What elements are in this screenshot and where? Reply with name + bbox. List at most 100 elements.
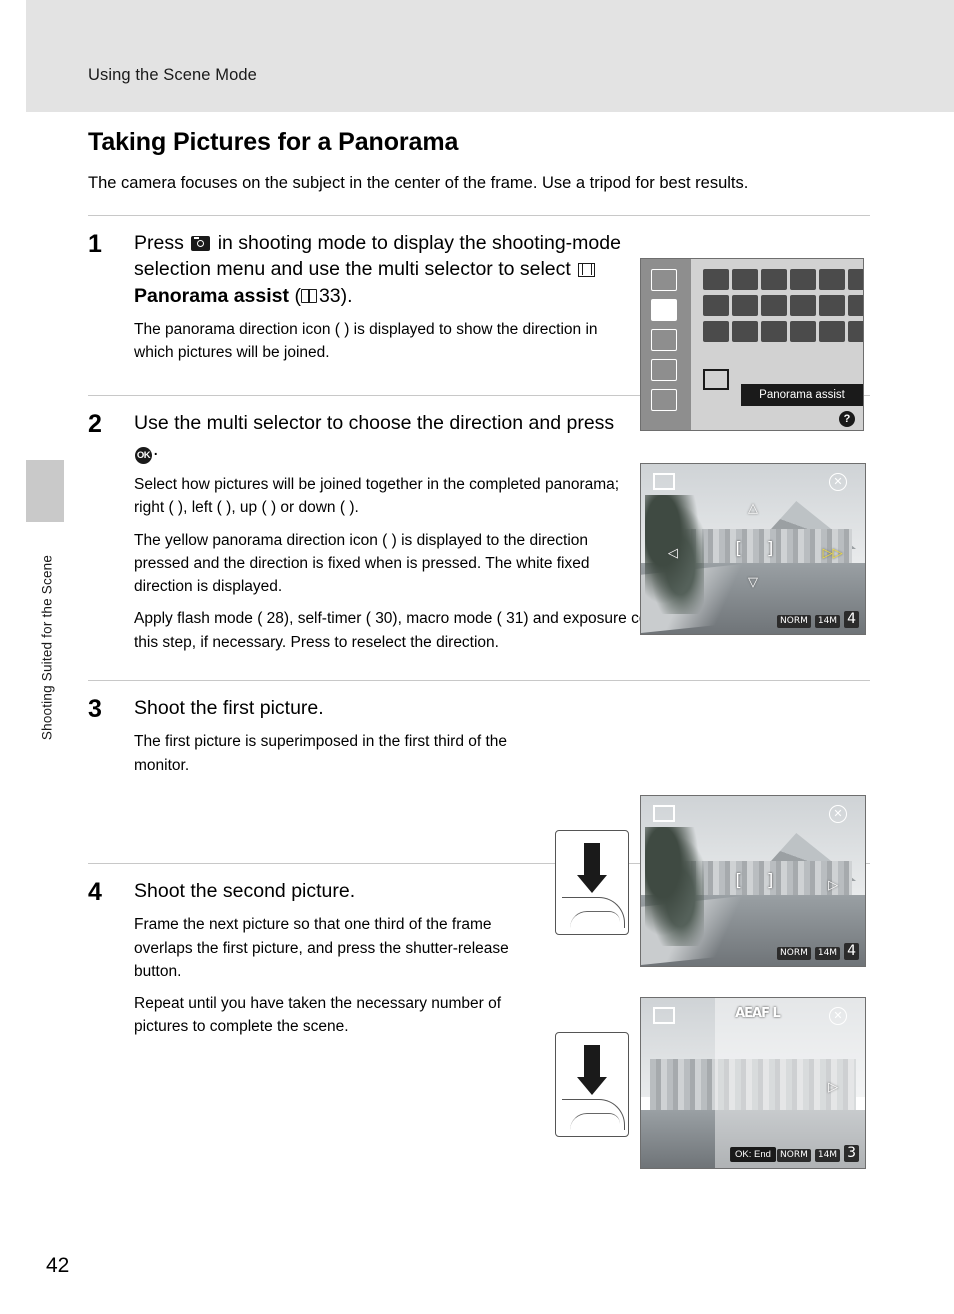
flash-off-icon: ✕ [829, 473, 847, 491]
image-size-chip: 14M [814, 1148, 841, 1162]
scene-icon[interactable] [790, 269, 816, 290]
scene-icon[interactable] [790, 321, 816, 342]
step-4-note-1: Frame the next picture so that one third… [134, 916, 509, 980]
press-arrow-head [577, 1077, 607, 1095]
lcd-panorama-icon [653, 473, 675, 490]
image-size-chip: 14M [814, 614, 841, 628]
mode-menu-sidebar [641, 259, 691, 430]
scene-icon[interactable] [819, 269, 845, 290]
mode-icon-subject-tracking [651, 359, 677, 381]
lcd-panorama-icon [653, 805, 675, 822]
ok-button-icon: OK [135, 447, 152, 465]
direction-arrow-down: ▽ [748, 574, 758, 590]
focus-brackets: [ ] [733, 871, 782, 891]
step-1-number: 1 [88, 229, 102, 258]
scene-icon[interactable] [819, 295, 845, 316]
panorama-assist-menu-icon[interactable] [703, 369, 729, 390]
quality-chip: NORM [777, 946, 811, 960]
scene-icon[interactable] [703, 321, 729, 342]
step-1-note: The panorama direction icon ( ) is displ… [134, 321, 598, 362]
quality-chip: NORM [777, 614, 811, 628]
divider [88, 214, 870, 216]
scene-icon[interactable] [761, 295, 787, 316]
direction-arrow-fixed-right: ▷ [828, 1079, 839, 1095]
step-1-head-c: Panorama assist [134, 284, 290, 307]
scene-icon[interactable] [848, 295, 863, 316]
scene-icon[interactable] [703, 269, 729, 290]
direction-arrow-left: ◁ [667, 545, 678, 561]
camera-mode-icon [191, 235, 211, 251]
direction-arrow-fixed-right: ▷ [828, 877, 839, 893]
direction-arrow-right-selected: ▷▷ [822, 545, 843, 561]
ae-af-lock-label: AEAF L [735, 1006, 781, 1021]
page-reference-icon [300, 288, 317, 303]
mode-menu-caption: Panorama assist [741, 384, 863, 406]
step-3: 3 Shoot the first picture. The first pic… [88, 695, 878, 777]
lcd-status-row: NORM 14M 3 [777, 1144, 859, 1162]
step-1-head-a: Press [134, 231, 184, 254]
scene-icon[interactable] [848, 321, 863, 342]
mode-icon-smart-portrait [651, 329, 677, 351]
flash-off-icon: ✕ [829, 805, 847, 823]
step-2-number: 2 [88, 409, 102, 438]
step-1-heading: Press in shooting mode to display the sh… [134, 230, 634, 310]
scene-icon[interactable] [819, 321, 845, 342]
running-head: Using the Scene Mode [88, 66, 257, 84]
focus-brackets: [ ] [733, 539, 782, 559]
finger-detail [570, 911, 620, 928]
step-1-head-e: 33). [318, 284, 353, 307]
step-2-heading: Use the multi selector to choose the dir… [134, 410, 634, 465]
scene-icon[interactable] [761, 321, 787, 342]
direction-arrow-up: △ [748, 501, 758, 517]
scene-icon[interactable] [703, 295, 729, 316]
screenshot-second-picture: AEAF L ✕ ▷ OK: End NORM 14M 3 [640, 997, 866, 1169]
header-band [0, 0, 954, 112]
screenshot-direction-select: ✕ [ ] △ ▽ ◁ ▷▷ NORM 14M 4 [640, 463, 866, 635]
image-size-chip: 14M [814, 946, 841, 960]
step-3-number: 3 [88, 694, 102, 723]
step-2-head-tail: . [153, 438, 159, 461]
page-title: Taking Pictures for a Panorama [88, 128, 459, 156]
step-1-head-d: ( [294, 284, 301, 307]
quality-chip: NORM [777, 1148, 811, 1162]
shutter-press-illustration-1 [555, 830, 629, 935]
step-4-note-2: Repeat until you have taken the necessar… [134, 995, 502, 1036]
shots-remaining: 4 [844, 610, 859, 628]
press-arrow-shaft [584, 1045, 600, 1079]
screenshot-first-picture: ✕ [ ] ▷ NORM 14M 4 [640, 795, 866, 967]
mode-icon-auto [651, 269, 677, 291]
lcd-status-row: NORM 14M 4 [777, 942, 859, 960]
header-band-margin [0, 0, 26, 112]
page-number: 42 [46, 1254, 70, 1277]
scene-icon[interactable] [790, 295, 816, 316]
mode-menu-panel: Panorama assist ? [691, 259, 863, 430]
scene-icon[interactable] [761, 269, 787, 290]
step-4-number: 4 [88, 877, 102, 906]
scene-icon[interactable] [848, 269, 863, 290]
help-icon[interactable]: ? [839, 411, 855, 427]
step-3-note: The first picture is superimposed in the… [134, 733, 508, 774]
scene-icon[interactable] [732, 269, 758, 290]
press-arrow-shaft [584, 843, 600, 877]
shots-remaining: 4 [844, 942, 859, 960]
panorama-assist-icon [578, 263, 596, 278]
mode-icon-scene-selected [651, 299, 677, 321]
step-2-note-1: Select how pictures will be joined toget… [134, 476, 620, 517]
scene-icon[interactable] [732, 321, 758, 342]
end-panorama-label: OK: End [730, 1147, 776, 1162]
shots-remaining: 3 [844, 1144, 859, 1162]
scene-icon[interactable] [732, 295, 758, 316]
step-2-note-2: The yellow panorama direction icon ( ) i… [134, 531, 590, 596]
lcd-status-row: NORM 14M 4 [777, 610, 859, 628]
screenshot-mode-menu: Panorama assist ? [640, 258, 864, 431]
finger-detail [570, 1113, 620, 1130]
scene-icon-grid [703, 269, 863, 345]
shutter-press-illustration-2 [555, 1032, 629, 1137]
step-2-head-text: Use the multi selector to choose the dir… [134, 411, 615, 434]
press-arrow-head [577, 875, 607, 893]
divider-3 [88, 679, 870, 681]
mode-icon-playback [651, 389, 677, 411]
scene-palm-tree [645, 826, 704, 946]
section-tab-label: Shooting Suited for the Scene [39, 554, 55, 741]
lcd-panorama-icon [653, 1007, 675, 1024]
